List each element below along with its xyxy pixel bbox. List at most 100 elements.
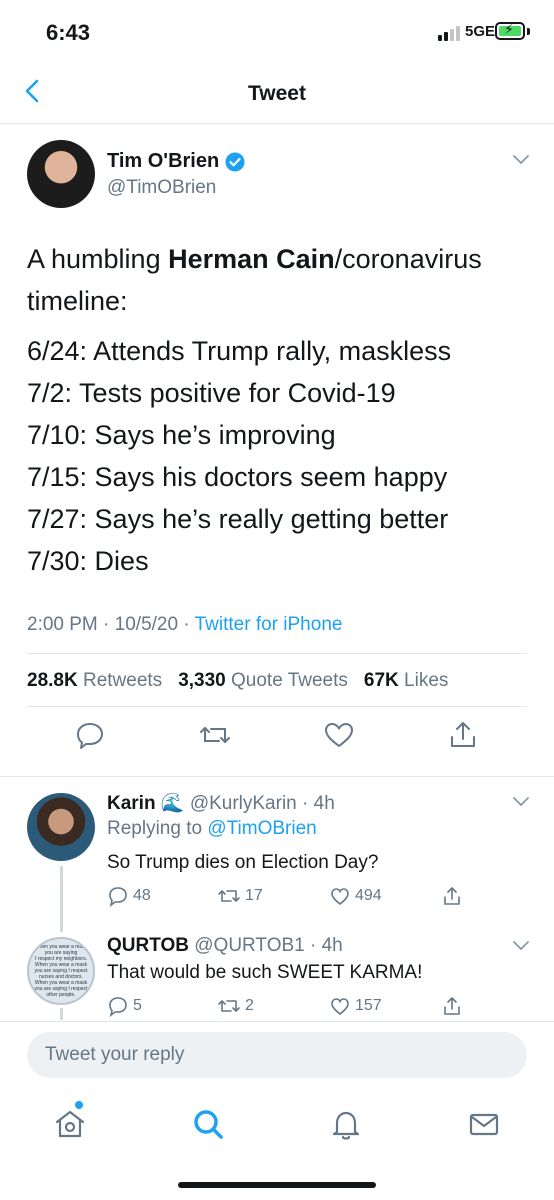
chevron-down-icon[interactable] xyxy=(512,796,530,808)
divider xyxy=(27,653,527,654)
reply-button[interactable]: 5 xyxy=(107,995,142,1017)
tweet-stats: 28.8K Retweets 3,330 Quote Tweets 67K Li… xyxy=(27,670,448,692)
timeline-line: 7/30: Dies xyxy=(27,546,149,576)
retweets-count: 28.8K xyxy=(27,670,78,691)
reply-count: 5 xyxy=(133,997,142,1014)
chevron-down-icon[interactable] xyxy=(512,154,530,166)
tweet-text-bold: Herman Cain xyxy=(168,244,335,274)
retweet-count: 2 xyxy=(245,997,254,1014)
like-count: 157 xyxy=(355,997,382,1014)
reply-time: · 4h xyxy=(310,935,343,956)
tweet-text-intro: A humbling xyxy=(27,244,169,274)
reply-author-handle[interactable]: @KurlyKarin xyxy=(190,793,297,814)
tweet-actions xyxy=(27,717,527,757)
quotes-label: Quote Tweets xyxy=(231,670,348,691)
like-count: 494 xyxy=(355,887,382,904)
retweets-label: Retweets xyxy=(82,670,163,691)
retweet-button[interactable]: 2 xyxy=(217,995,254,1017)
share-button[interactable] xyxy=(441,995,463,1017)
timeline-line: 7/27: Says he’s really getting better xyxy=(27,504,449,534)
tweet-source-link[interactable]: Twitter for iPhone xyxy=(195,614,343,635)
reply-input[interactable] xyxy=(45,1032,505,1078)
network-label: 5GE xyxy=(465,23,496,40)
status-time: 6:43 xyxy=(46,20,91,45)
reply-actions: 5 2 157 xyxy=(107,995,527,1021)
reply-icon xyxy=(109,887,127,907)
section-divider xyxy=(0,776,554,777)
timeline-line: 7/15: Says his doctors seem happy xyxy=(27,462,448,492)
reply-avatar[interactable] xyxy=(27,793,95,861)
home-icon[interactable] xyxy=(50,1104,90,1144)
status-bar: 6:43 5GE ⚡ xyxy=(0,0,554,60)
separator: · xyxy=(183,614,190,635)
reply-author-name[interactable]: QURTOB xyxy=(107,935,189,956)
reply-time: · 4h xyxy=(302,793,335,814)
share-button[interactable] xyxy=(441,885,463,907)
top-nav-bar: Tweet xyxy=(0,60,554,124)
retweets-stat[interactable]: 28.8K Retweets xyxy=(27,670,162,692)
tweet-timeline: 6/24: Attends Trump rally, maskless 7/2:… xyxy=(27,330,527,582)
author-name-text: Tim O'Brien xyxy=(107,150,220,172)
reply-count: 48 xyxy=(133,887,151,904)
share-icon[interactable] xyxy=(445,717,481,753)
messages-icon[interactable] xyxy=(464,1104,504,1144)
search-icon[interactable] xyxy=(188,1104,228,1144)
likes-label: Likes xyxy=(404,670,449,691)
battery-icon: ⚡ xyxy=(495,21,525,40)
wave-emoji-icon: 🌊 xyxy=(160,793,185,814)
quotes-stat[interactable]: 3,330 Quote Tweets xyxy=(178,670,348,692)
retweet-count: 17 xyxy=(245,887,263,904)
section-divider xyxy=(0,1021,554,1022)
reply-author-handle[interactable]: @QURTOB1 xyxy=(194,935,304,956)
reply-composer[interactable] xyxy=(27,1032,527,1078)
like-button[interactable]: 494 xyxy=(329,885,382,907)
reply-text: That would be such SWEET KARMA! xyxy=(107,962,423,983)
like-button[interactable]: 157 xyxy=(329,995,382,1017)
reply-avatar[interactable]: When you wear a mask you are saying I re… xyxy=(27,937,95,1005)
page-title: Tweet xyxy=(248,82,306,105)
like-icon xyxy=(331,888,349,906)
thread-line xyxy=(60,1008,63,1020)
likes-count: 67K xyxy=(363,670,399,691)
likes-stat[interactable]: 67K Likes xyxy=(364,670,449,692)
retweet-icon xyxy=(218,1000,240,1012)
tweet-time: 2:00 PM xyxy=(27,614,98,635)
thread-line xyxy=(60,866,63,932)
timeline-line: 7/10: Says he’s improving xyxy=(27,420,336,450)
reply-actions: 48 17 494 xyxy=(107,885,527,911)
author-avatar[interactable] xyxy=(27,140,95,208)
separator: · xyxy=(103,614,110,635)
reply-header: Karin 🌊 @KurlyKarin · 4h xyxy=(107,791,335,815)
home-indicator[interactable] xyxy=(178,1182,376,1188)
signal-icon xyxy=(438,26,460,41)
share-icon xyxy=(444,997,460,1015)
chevron-down-icon[interactable] xyxy=(512,940,530,952)
reply-icon xyxy=(109,997,127,1017)
reply-button[interactable]: 48 xyxy=(107,885,151,907)
unread-indicator xyxy=(75,1101,83,1109)
reply-icon[interactable] xyxy=(72,717,108,753)
replying-to-label: Replying to xyxy=(107,818,203,839)
reply-author-name[interactable]: Karin xyxy=(107,793,156,814)
divider xyxy=(27,706,527,707)
share-icon xyxy=(444,887,460,905)
tab-bar xyxy=(0,1090,554,1160)
timeline-line: 6/24: Attends Trump rally, maskless xyxy=(27,336,452,366)
tweet-meta: 2:00 PM · 10/5/20 · Twitter for iPhone xyxy=(27,614,342,636)
avatar-text: other people. xyxy=(46,992,76,998)
author-handle[interactable]: @TimOBrien xyxy=(107,177,216,199)
timeline-line: 7/2: Tests positive for Covid-19 xyxy=(27,378,396,408)
author-name[interactable]: Tim O'Brien xyxy=(107,150,245,173)
retweet-button[interactable]: 17 xyxy=(217,885,263,907)
verified-badge-icon xyxy=(225,152,245,171)
retweet-icon[interactable] xyxy=(197,717,233,753)
like-icon xyxy=(331,998,349,1016)
reply-text: So Trump dies on Election Day? xyxy=(107,852,379,873)
notifications-icon[interactable] xyxy=(326,1104,366,1144)
reply-header: QURTOB @QURTOB1 · 4h xyxy=(107,935,343,957)
quotes-count: 3,330 xyxy=(178,670,226,691)
replying-to-handle[interactable]: @TimOBrien xyxy=(207,818,316,839)
replying-to: Replying to @TimOBrien xyxy=(107,818,317,840)
tweet-date: 10/5/20 xyxy=(114,614,179,635)
like-icon[interactable] xyxy=(321,717,357,753)
